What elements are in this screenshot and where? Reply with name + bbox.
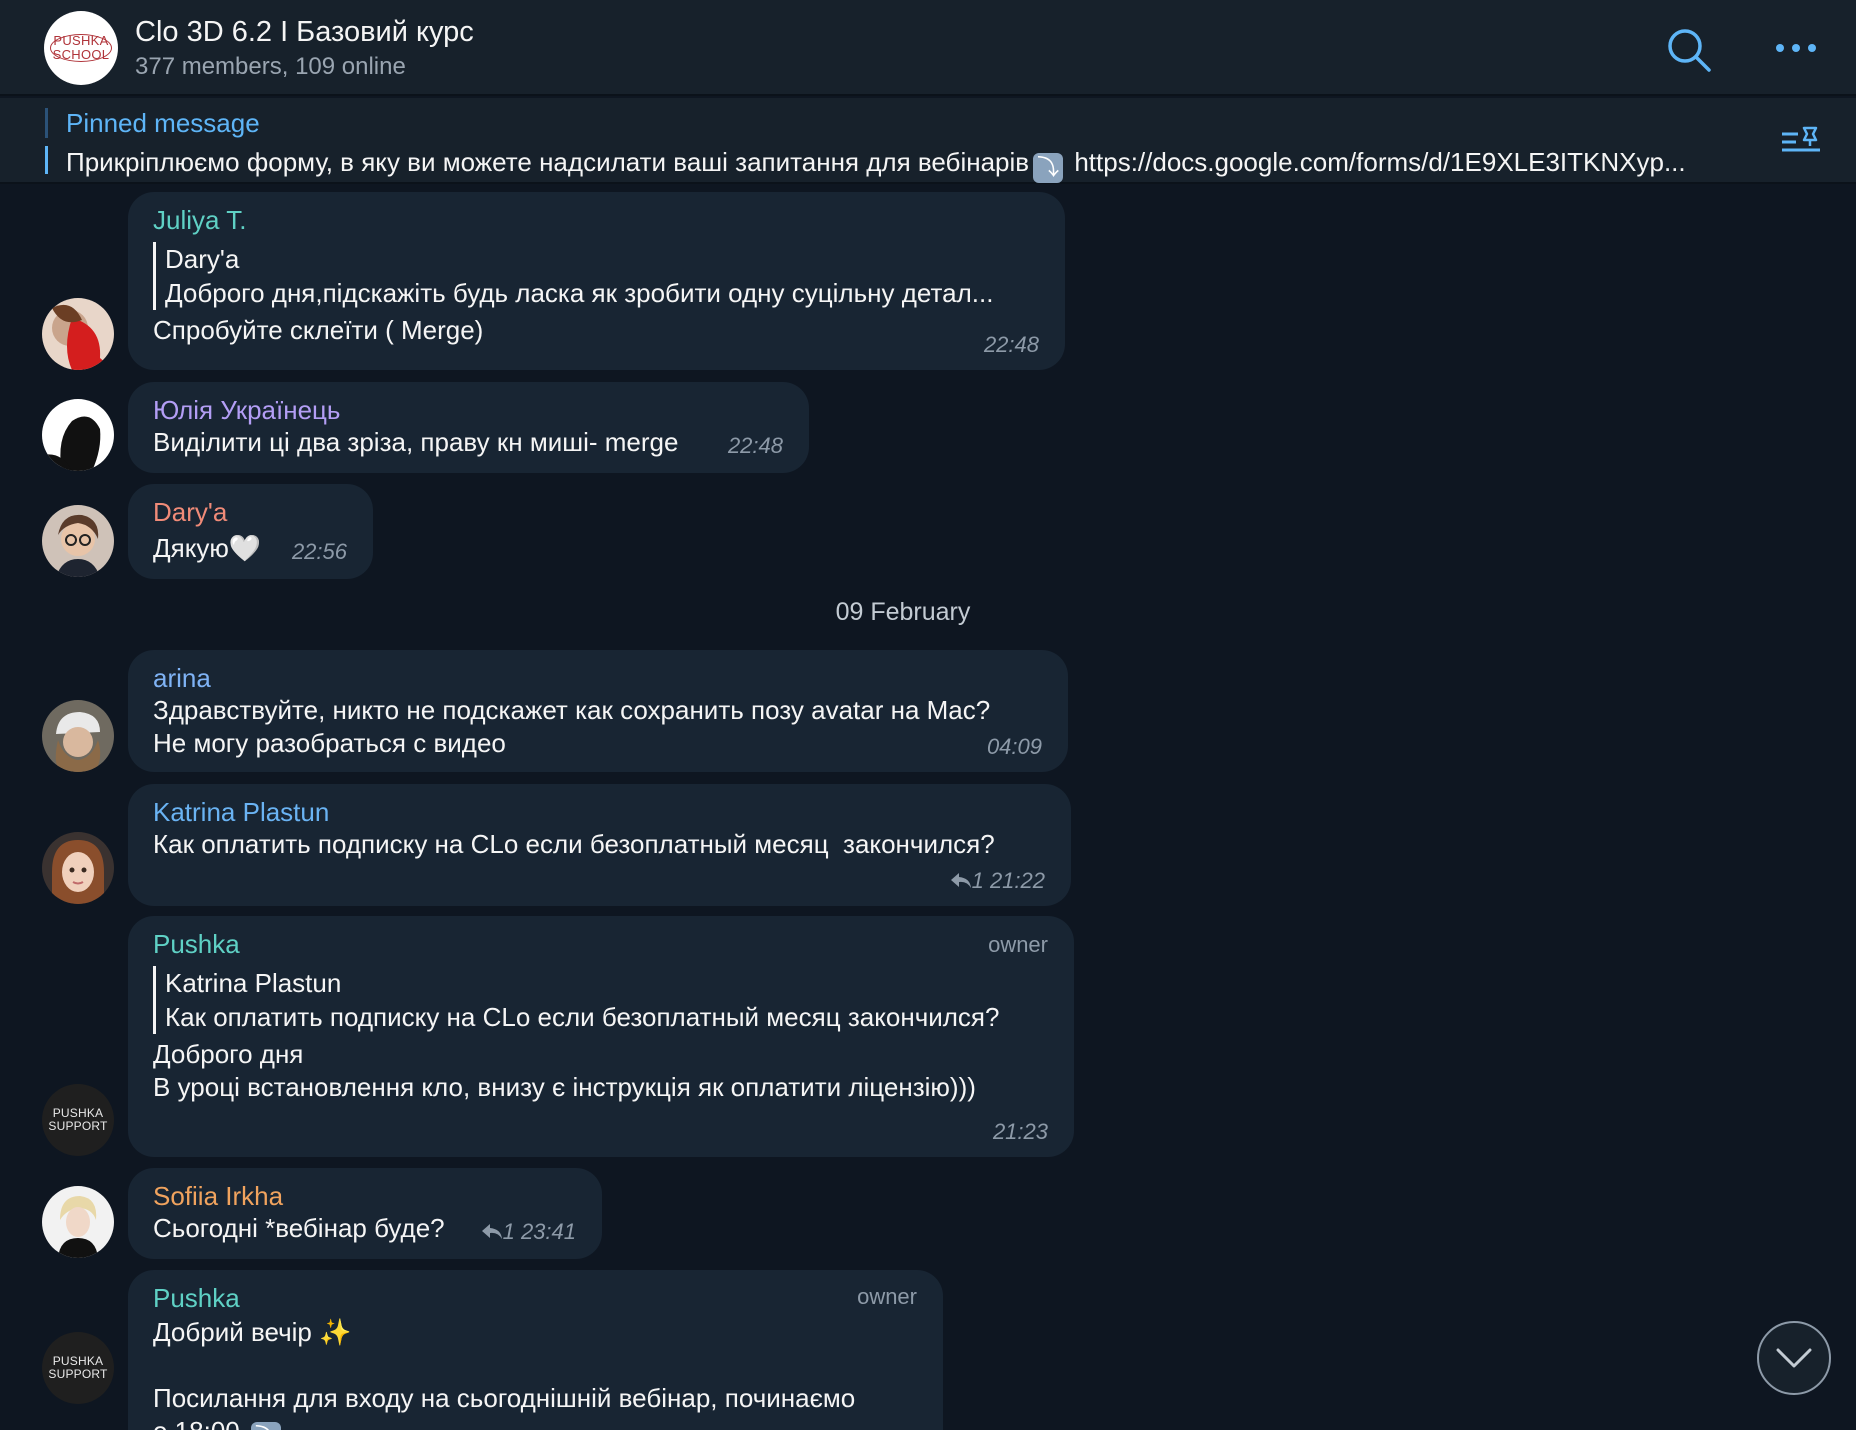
- sender-name[interactable]: Juliya T.: [153, 204, 1039, 236]
- support-avatar-line-2: SUPPORT: [48, 1119, 108, 1133]
- message-bubble[interactable]: Юлія Українець Виділити ці два зріза, пр…: [128, 382, 809, 473]
- avatar-juliya-image: [42, 298, 114, 370]
- pinned-message-bar[interactable]: Pinned message Прикріплюємо форму, в яку…: [0, 98, 1856, 184]
- reply-author: Katrina Plastun: [165, 968, 342, 998]
- pinned-text-main: Прикріплюємо форму, в яку ви можете надс…: [66, 147, 1030, 177]
- message-time: 22:56: [291, 539, 347, 564]
- pinned-indicator-active: [45, 146, 48, 174]
- message-meta: 1 21:22: [950, 868, 1045, 894]
- message-bubble[interactable]: arina Здравствуйте, никто не подскажет к…: [128, 650, 1068, 772]
- message-text-line-3-wrap: о 18:00 ⤵: [153, 1415, 917, 1430]
- date-separator-label: 09 February: [835, 598, 971, 626]
- search-icon[interactable]: [1665, 26, 1713, 74]
- message-bubble[interactable]: Juliya T. Dary'a Доброго дня,підскажіть …: [128, 192, 1065, 370]
- reply-author: Dary'a: [165, 244, 240, 274]
- owner-badge: owner: [988, 932, 1048, 957]
- avatar-pushka-support[interactable]: PUSHKA SUPPORT: [42, 1084, 114, 1156]
- scroll-to-bottom-button[interactable]: [1757, 1321, 1831, 1395]
- arrow-down-emoji-icon: ⤵: [250, 1422, 281, 1430]
- message-bubble[interactable]: Pushka owner Добрий вечір ✨ Посилання дл…: [128, 1270, 943, 1430]
- support-avatar-line-2: SUPPORT: [48, 1367, 108, 1381]
- message-time: 23:41: [520, 1219, 576, 1244]
- owner-badge: owner: [857, 1284, 917, 1309]
- message-text-line-3: о 18:00: [153, 1416, 240, 1430]
- message-bubble[interactable]: Katrina Plastun Как оплатить подписку на…: [128, 784, 1071, 906]
- sender-name[interactable]: Katrina Plastun: [153, 796, 1045, 828]
- message-time: 21:23: [992, 1119, 1048, 1144]
- sender-name[interactable]: Sofiia Irkha: [153, 1180, 576, 1212]
- message-bubble[interactable]: Pushka owner Katrina Plastun Как оплатит…: [128, 916, 1074, 1157]
- message-time: 22:48: [727, 433, 783, 458]
- message-time: 22:48: [983, 332, 1039, 357]
- chevron-down-icon: [1776, 1348, 1812, 1368]
- message-meta: 1 23:41: [481, 1219, 576, 1245]
- message-text: Доброго дня В уроці встановлення кло, вн…: [153, 1039, 976, 1102]
- arrow-down-emoji-icon: ⤵: [1033, 153, 1064, 183]
- sparkles-emoji-icon: ✨: [319, 1317, 352, 1347]
- avatar-pushka-support[interactable]: PUSHKA SUPPORT: [42, 1332, 114, 1404]
- message-text: Здравствуйте, никто не подскажет как сох…: [153, 695, 991, 758]
- message-text: Как оплатить подписку на CLo если безопл…: [153, 829, 995, 859]
- message-text: Виділити ці два зріза, праву кн миші- me…: [153, 427, 679, 457]
- sender-name[interactable]: Юлія Українець: [153, 394, 783, 426]
- avatar-arina[interactable]: [42, 700, 114, 772]
- message-text-line-1: Добрий вечір: [153, 1317, 312, 1347]
- message-bubble[interactable]: Sofiia Irkha Сьогодні *вебінар буде? 1 2…: [128, 1168, 602, 1259]
- pinned-link[interactable]: https://docs.google.com/forms/d/1E9XLE3I…: [1074, 147, 1685, 177]
- logo-ring: [50, 34, 112, 62]
- reply-count[interactable]: 1: [503, 1219, 515, 1244]
- group-avatar[interactable]: PUSHKA SCHOOL: [44, 11, 118, 85]
- more-options-icon[interactable]: [1770, 30, 1822, 66]
- message-text: Спробуйте склеїти ( Merge): [153, 315, 484, 345]
- avatar-sofiia[interactable]: [42, 1186, 114, 1258]
- avatar-sofiia-image: [42, 1186, 114, 1258]
- reply-quote[interactable]: Dary'a Доброго дня,підскажіть будь ласка…: [153, 242, 1039, 310]
- avatar-juliya[interactable]: [42, 298, 114, 370]
- date-separator: 09 February: [0, 598, 1856, 627]
- avatar-darya-image: [42, 505, 114, 577]
- message-text: Дякую: [153, 533, 229, 563]
- chat-title[interactable]: Clo 3D 6.2 І Базовий курс: [135, 16, 474, 49]
- sender-name[interactable]: Dary'a: [153, 496, 347, 528]
- pinned-text[interactable]: Прикріплюємо форму, в яку ви можете надс…: [66, 147, 1686, 183]
- avatar-katrina-image: [42, 832, 114, 904]
- avatar-yuliia[interactable]: [42, 399, 114, 471]
- pinned-list-icon[interactable]: [1780, 124, 1824, 160]
- reply-count[interactable]: 1: [972, 868, 984, 893]
- message-time: 21:22: [989, 868, 1045, 893]
- chat-header: PUSHKA SCHOOL Clo 3D 6.2 І Базовий курс …: [0, 0, 1856, 96]
- message-bubble[interactable]: Dary'a Дякую🤍 22:56: [128, 484, 373, 579]
- message-text-line-2: Посилання для входу на сьогоднішній вебі…: [153, 1383, 856, 1413]
- members-count: 377 members, 109 online: [135, 53, 406, 80]
- white-heart-emoji-icon: 🤍: [228, 533, 262, 563]
- avatar-yuliia-image: [42, 399, 114, 471]
- avatar-arina-image: [42, 700, 114, 772]
- sender-name[interactable]: Pushka: [153, 928, 1048, 960]
- message-time: 04:09: [986, 734, 1042, 759]
- avatar-katrina[interactable]: [42, 832, 114, 904]
- reply-arrow-icon: [481, 1224, 502, 1239]
- sender-name[interactable]: Pushka: [153, 1282, 917, 1314]
- pinned-indicator: [45, 108, 48, 138]
- reply-text: Доброго дня,підскажіть будь ласка як зро…: [165, 278, 994, 308]
- sender-name[interactable]: arina: [153, 662, 1042, 694]
- message-text-line-1-wrap: Добрий вечір ✨: [153, 1316, 917, 1349]
- reply-quote[interactable]: Katrina Plastun Как оплатить подписку на…: [153, 966, 1048, 1034]
- reply-text: Как оплатить подписку на CLo если безопл…: [165, 1002, 1000, 1032]
- pinned-label: Pinned message: [66, 108, 260, 138]
- reply-arrow-icon: [950, 873, 971, 888]
- avatar-darya[interactable]: [42, 505, 114, 577]
